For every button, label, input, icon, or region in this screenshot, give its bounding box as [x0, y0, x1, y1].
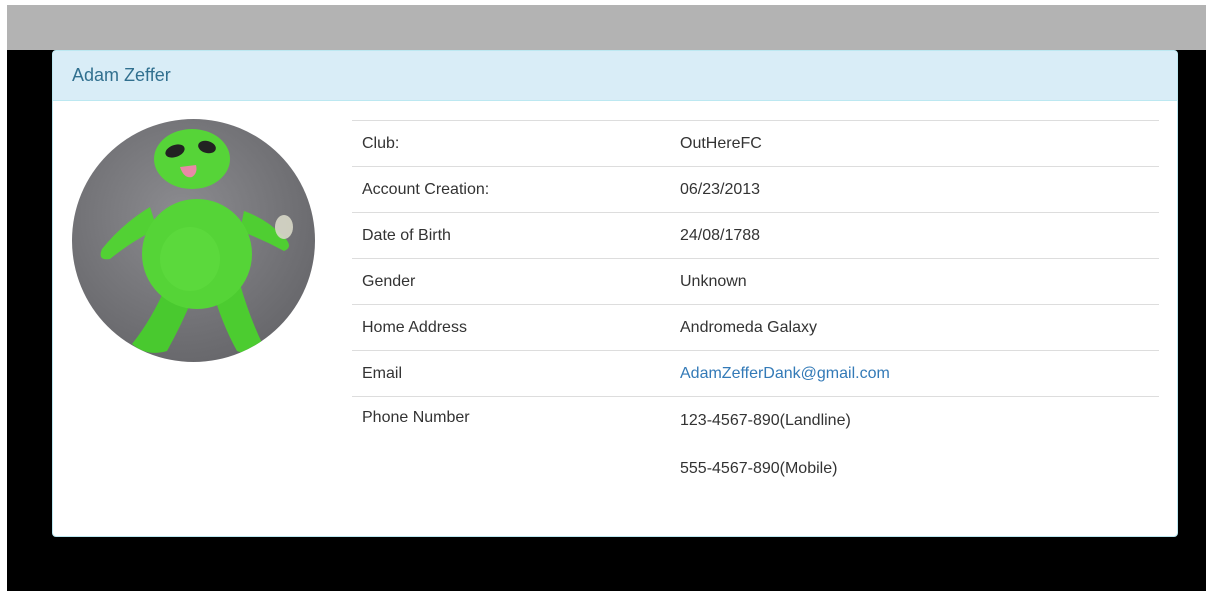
- gender-label: Gender: [352, 258, 670, 305]
- phone-number-values: 123-4567-890(Landline) 555-4567-890(Mobi…: [670, 396, 1159, 481]
- email-cell: AdamZefferDank@gmail.com: [670, 350, 1159, 397]
- table-row: Club: OutHereFC: [352, 120, 1159, 167]
- account-creation-value: 06/23/2013: [670, 166, 1159, 213]
- table-row: Date of Birth 24/08/1788: [352, 212, 1159, 259]
- avatar: [72, 119, 315, 362]
- club-label: Club:: [352, 120, 670, 167]
- gender-value: Unknown: [670, 258, 1159, 305]
- account-creation-label: Account Creation:: [352, 166, 670, 213]
- email-link[interactable]: AdamZefferDank@gmail.com: [680, 365, 890, 382]
- landline-number: 123-4567-890(Landline): [680, 412, 851, 429]
- date-of-birth-value: 24/08/1788: [670, 212, 1159, 259]
- home-address-label: Home Address: [352, 304, 670, 351]
- profile-name-heading: Adam Zeffer: [53, 51, 1177, 101]
- table-row: Account Creation: 06/23/2013: [352, 166, 1159, 213]
- table-row: Phone Number 123-4567-890(Landline) 555-…: [352, 396, 1159, 481]
- page-backdrop: Adam Zeffer Club: OutHereFC Account Crea…: [7, 5, 1206, 591]
- green-alien-plush-icon: [100, 129, 293, 354]
- phone-number-label: Phone Number: [352, 396, 670, 481]
- profile-details-table: Club: OutHereFC Account Creation: 06/23/…: [352, 120, 1159, 481]
- table-row: Home Address Andromeda Galaxy: [352, 304, 1159, 351]
- date-of-birth-label: Date of Birth: [352, 212, 670, 259]
- table-row: Gender Unknown: [352, 258, 1159, 305]
- top-bar: [7, 5, 1206, 50]
- club-value: OutHereFC: [670, 120, 1159, 167]
- profile-panel: Adam Zeffer Club: OutHereFC Account Crea…: [52, 50, 1178, 537]
- home-address-value: Andromeda Galaxy: [670, 304, 1159, 351]
- mobile-number: 555-4567-890(Mobile): [680, 460, 838, 477]
- table-row: Email AdamZefferDank@gmail.com: [352, 350, 1159, 397]
- email-label: Email: [352, 350, 670, 397]
